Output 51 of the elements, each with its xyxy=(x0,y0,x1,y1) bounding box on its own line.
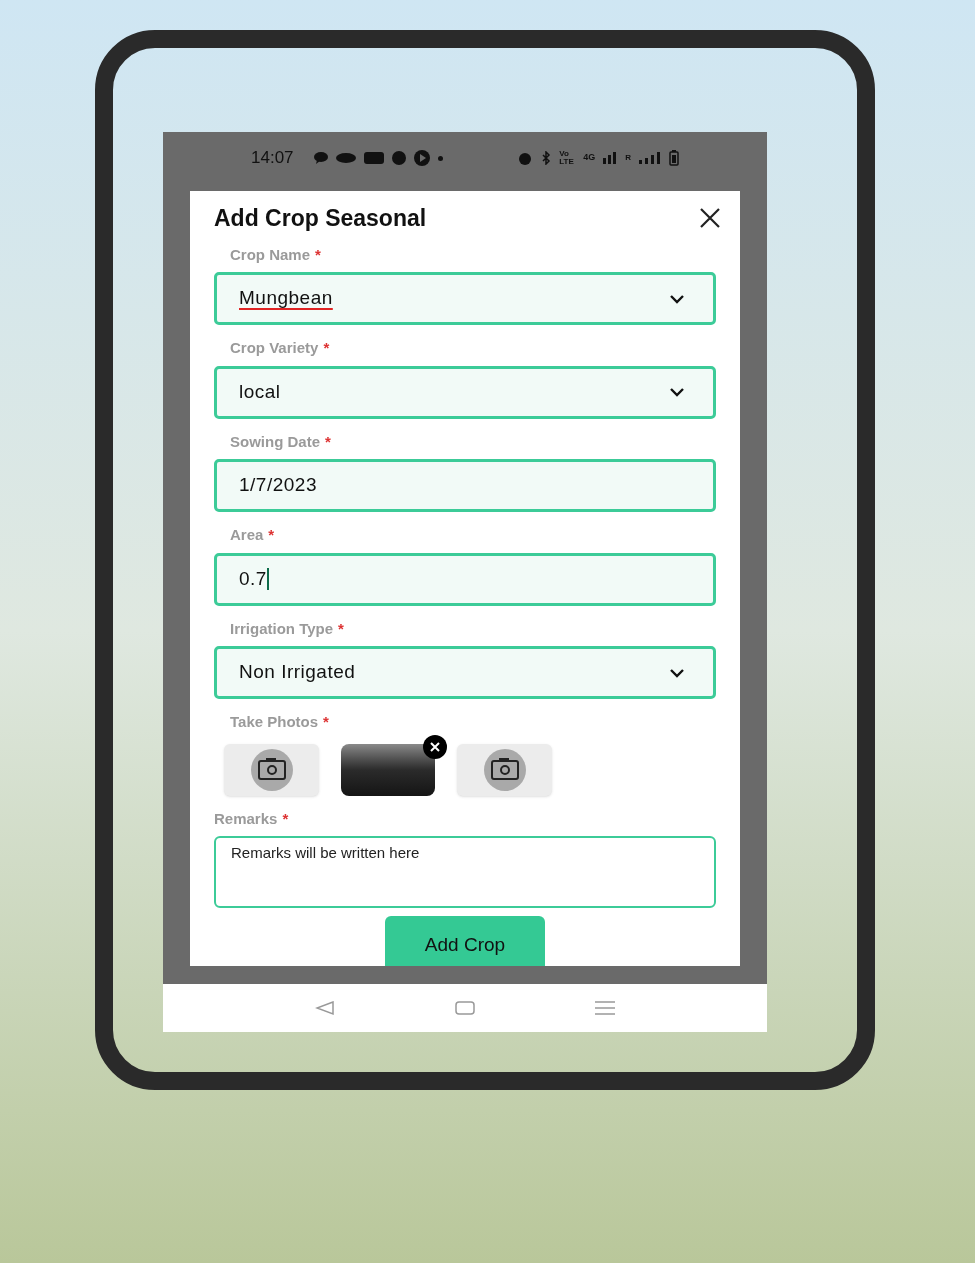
field-label: Irrigation Type xyxy=(230,618,334,639)
alarm-icon xyxy=(517,151,534,165)
chat-icon xyxy=(313,152,328,164)
notification-icon xyxy=(335,153,356,163)
field-label: Sowing Date xyxy=(230,431,320,452)
add-photo-button[interactable] xyxy=(457,743,552,796)
status-time: 14:07 xyxy=(251,147,294,170)
close-icon xyxy=(429,740,441,753)
required-mark: * xyxy=(338,618,344,639)
back-icon[interactable] xyxy=(315,1000,335,1016)
signal-icon xyxy=(639,152,661,164)
chevron-down-icon xyxy=(669,293,685,304)
chevron-down-icon xyxy=(669,387,685,397)
dialog-title: Add Crop Seasonal xyxy=(214,204,427,233)
notification-icon xyxy=(391,151,406,165)
remove-photo-button[interactable] xyxy=(423,734,447,759)
notification-icon xyxy=(363,151,384,165)
required-mark: * xyxy=(323,712,329,732)
dropdown-field[interactable]: Mungbean xyxy=(214,272,716,325)
input-field[interactable]: 1/7/2023 xyxy=(214,459,716,512)
field-label: Take Photos xyxy=(230,712,319,732)
field-label: Crop Variety xyxy=(230,338,319,358)
required-mark: * xyxy=(282,808,289,829)
play-icon xyxy=(413,150,430,166)
required-mark: * xyxy=(268,525,275,545)
dropdown-field[interactable]: local xyxy=(214,365,716,419)
field-label: Remarks xyxy=(214,808,278,829)
field-value: local xyxy=(239,379,281,404)
remarks-field[interactable]: Remarks will be written here xyxy=(214,836,716,908)
required-mark: * xyxy=(315,244,321,265)
field-label: Crop Name xyxy=(230,244,311,265)
chevron-down-icon xyxy=(669,667,685,678)
dot-icon xyxy=(437,155,443,161)
roaming-label: R xyxy=(625,152,631,164)
network-label: 4G xyxy=(583,151,596,165)
field-value: 1/7/2023 xyxy=(239,473,317,498)
battery-icon xyxy=(669,150,679,166)
input-field[interactable]: 0.7 xyxy=(214,552,716,606)
add-crop-button[interactable]: Add Crop xyxy=(385,916,545,966)
field-label: Area xyxy=(230,525,264,545)
field-value: Mungbean xyxy=(239,286,333,311)
field-value: Non Irrigated xyxy=(239,660,356,685)
required-mark: * xyxy=(323,338,330,358)
signal-icon xyxy=(603,152,618,164)
bluetooth-icon xyxy=(541,151,552,165)
dropdown-field[interactable]: Non Irrigated xyxy=(214,646,716,699)
volte-label: Vo LTE xyxy=(559,150,575,166)
home-icon[interactable] xyxy=(455,1000,475,1016)
required-mark: * xyxy=(325,431,331,452)
add-photo-button[interactable] xyxy=(224,743,319,796)
field-value: 0.7 xyxy=(239,566,267,591)
